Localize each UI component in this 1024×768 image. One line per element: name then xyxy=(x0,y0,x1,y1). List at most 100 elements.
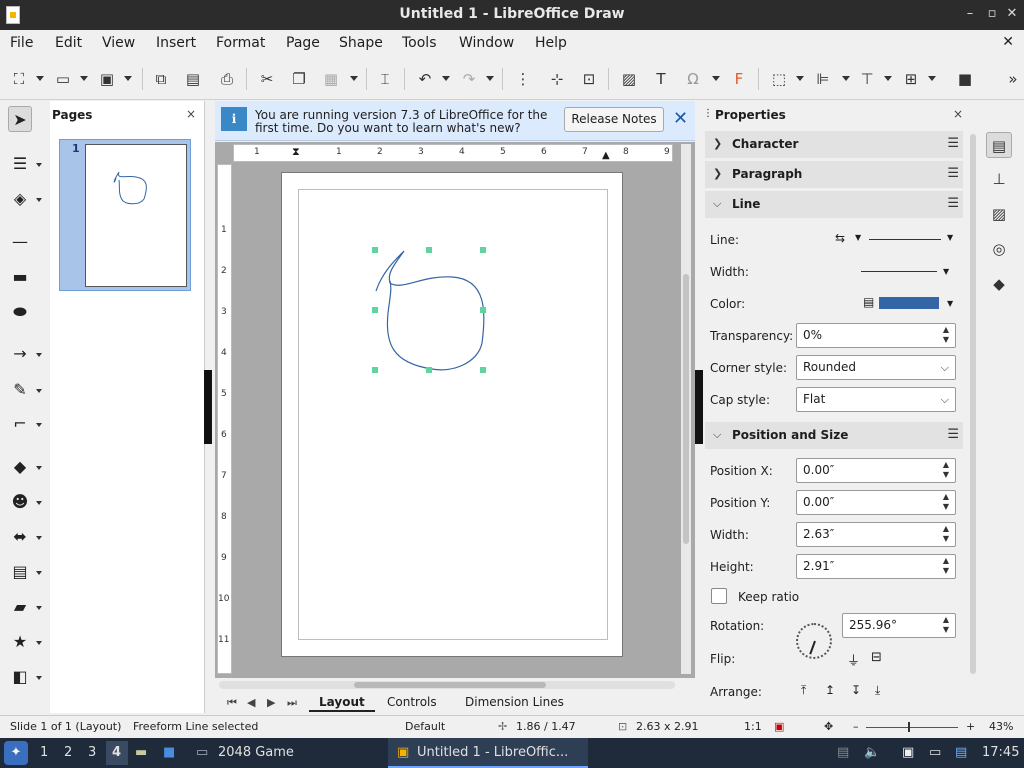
special-character-icon[interactable]: Ω xyxy=(682,68,704,90)
next-page-icon[interactable]: ▶ xyxy=(267,696,275,709)
menu-format[interactable]: Format xyxy=(216,35,265,51)
bring-to-front-icon[interactable]: ⤒ xyxy=(801,683,806,698)
spin-buttons[interactable]: ▲ ▼ xyxy=(941,460,951,480)
zoom-icon[interactable]: ⊡ xyxy=(578,68,600,90)
zoom-slider-knob[interactable] xyxy=(908,722,910,732)
gallery-tab-icon[interactable]: ▨ xyxy=(986,201,1012,227)
start-menu-icon[interactable]: ✦ xyxy=(4,741,28,765)
drag-handle-icon[interactable]: ⋮ xyxy=(703,108,713,119)
transparency-input[interactable]: 0% ▲ ▼ xyxy=(796,323,956,348)
drawing-page[interactable] xyxy=(281,172,623,657)
cut-icon[interactable]: ✂ xyxy=(256,68,278,90)
keep-ratio-checkbox[interactable] xyxy=(711,588,727,604)
horizontal-scrollbar[interactable] xyxy=(219,681,675,689)
first-page-icon[interactable]: ⏮ xyxy=(227,696,237,710)
line-color-swatch[interactable] xyxy=(879,297,939,309)
vertical-scrollbar[interactable] xyxy=(681,144,691,674)
document-modified-icon[interactable]: ▣ xyxy=(774,720,784,733)
menu-tools[interactable]: Tools xyxy=(402,35,437,51)
menu-help[interactable]: Help xyxy=(535,35,567,51)
arrange-icon[interactable]: ⊤ xyxy=(856,68,878,90)
curve-icon[interactable]: ✎ xyxy=(8,377,32,403)
connector-icon[interactable]: ⌐ xyxy=(8,411,32,437)
clone-formatting-icon[interactable]: ⌶ xyxy=(374,68,396,90)
right-indent-marker[interactable]: ▲ xyxy=(602,150,610,161)
chevron-down-icon[interactable] xyxy=(36,163,42,167)
chevron-down-icon[interactable] xyxy=(36,76,44,81)
height-input[interactable]: 2.91″ ▲ ▼ xyxy=(796,554,956,579)
properties-scrollbar[interactable] xyxy=(970,134,976,674)
taskbar-app-libreoffice[interactable]: ▣ Untitled 1 - LibreOffic... xyxy=(388,738,588,768)
chevron-down-icon[interactable] xyxy=(36,676,42,680)
chevron-down-icon[interactable] xyxy=(712,76,720,81)
chevron-down-icon[interactable] xyxy=(124,76,132,81)
clipboard-icon[interactable]: ▣ xyxy=(902,745,914,760)
shadow-icon[interactable]: ■ xyxy=(954,68,976,90)
app-2048-icon[interactable]: ▭ xyxy=(196,745,208,760)
menu-edit[interactable]: Edit xyxy=(55,35,82,51)
chevron-down-icon[interactable] xyxy=(36,606,42,610)
chevron-down-icon[interactable] xyxy=(884,76,892,81)
line-arrow-icon[interactable]: → xyxy=(8,341,32,367)
close-document-icon[interactable]: ✕ xyxy=(1002,34,1014,50)
tab-dimension-lines[interactable]: Dimension Lines xyxy=(465,695,564,709)
desktop-icon[interactable]: ■ xyxy=(163,745,175,760)
line-color-icon[interactable]: ☰ xyxy=(8,151,32,177)
open-icon[interactable]: ▭ xyxy=(52,68,74,90)
undo-icon[interactable]: ↶ xyxy=(414,68,436,90)
redo-icon[interactable]: ↷ xyxy=(458,68,480,90)
page-thumbnail-selected[interactable]: 1 xyxy=(59,139,191,291)
align-icon[interactable]: ⊫ xyxy=(812,68,834,90)
scrollbar-thumb[interactable] xyxy=(354,682,546,688)
properties-tab-icon[interactable]: ▤ xyxy=(986,132,1012,158)
chevron-down-icon[interactable] xyxy=(486,76,494,81)
rotation-input[interactable]: 255.96° ▲ ▼ xyxy=(842,613,956,638)
transformations-icon[interactable]: ⬚ xyxy=(768,68,790,90)
line-width-dropdown[interactable] xyxy=(861,271,937,272)
chevron-down-icon[interactable] xyxy=(36,423,42,427)
spin-buttons[interactable]: ▲ ▼ xyxy=(941,325,951,345)
chevron-down-icon[interactable] xyxy=(36,501,42,505)
sidebar-splitter[interactable] xyxy=(695,370,703,444)
previous-page-icon[interactable]: ◀ xyxy=(247,696,255,709)
line-icon[interactable]: — xyxy=(8,229,32,255)
grid-icon[interactable]: ⋮ xyxy=(512,68,534,90)
export-icon[interactable]: ⧉ xyxy=(150,68,172,90)
display-icon[interactable]: ▭ xyxy=(929,745,941,760)
flip-vertical-icon[interactable]: ⏚ xyxy=(847,650,860,669)
more-options-icon[interactable]: ☰ xyxy=(947,196,959,211)
vertical-ruler[interactable]: 1 2 3 4 5 6 7 8 9 10 11 xyxy=(217,164,232,674)
more-options-icon[interactable]: ☰ xyxy=(947,166,959,181)
workspace-3[interactable]: 3 xyxy=(88,745,96,760)
chevron-down-icon[interactable] xyxy=(36,571,42,575)
freeform-line-shape[interactable] xyxy=(282,173,624,658)
page-size-icon[interactable]: ⛶ xyxy=(8,68,30,90)
line-style-dropdown[interactable] xyxy=(869,239,941,240)
workspace-1[interactable]: 1 xyxy=(40,745,48,760)
section-position-size[interactable]: ⌵ Position and Size ☰ xyxy=(705,422,963,449)
zoom-slider[interactable] xyxy=(866,727,958,728)
network-icon[interactable]: ▤ xyxy=(955,745,967,760)
chevron-down-icon[interactable] xyxy=(36,466,42,470)
workspace-4[interactable]: 4 xyxy=(112,745,121,760)
restore-icon[interactable]: ▫ xyxy=(984,6,1000,22)
close-window-icon[interactable]: ✕ xyxy=(1004,6,1020,22)
section-paragraph[interactable]: ❯ Paragraph ☰ xyxy=(705,161,963,188)
chevron-down-icon[interactable] xyxy=(350,76,358,81)
callouts-icon[interactable]: ▰ xyxy=(8,594,32,620)
menu-shape[interactable]: Shape xyxy=(339,35,383,51)
close-infobar-icon[interactable]: ✕ xyxy=(673,108,688,129)
bring-forward-icon[interactable]: ↥ xyxy=(825,683,835,697)
chevron-down-icon[interactable] xyxy=(36,641,42,645)
chevron-down-icon[interactable]: ▼ xyxy=(947,299,953,308)
save-icon[interactable]: ▣ xyxy=(96,68,118,90)
menu-file[interactable]: File xyxy=(10,35,33,51)
menu-view[interactable]: View xyxy=(102,35,135,51)
chevron-down-icon[interactable] xyxy=(842,76,850,81)
volume-icon[interactable]: 🔈 xyxy=(864,745,880,760)
print-icon[interactable]: ⎙ xyxy=(216,68,238,90)
chevron-down-icon[interactable]: ▼ xyxy=(855,233,861,242)
styles-tab-icon[interactable]: ⊥ xyxy=(986,166,1012,192)
chevron-down-icon[interactable] xyxy=(442,76,450,81)
left-indent-marker[interactable]: ⧗ xyxy=(292,145,300,159)
